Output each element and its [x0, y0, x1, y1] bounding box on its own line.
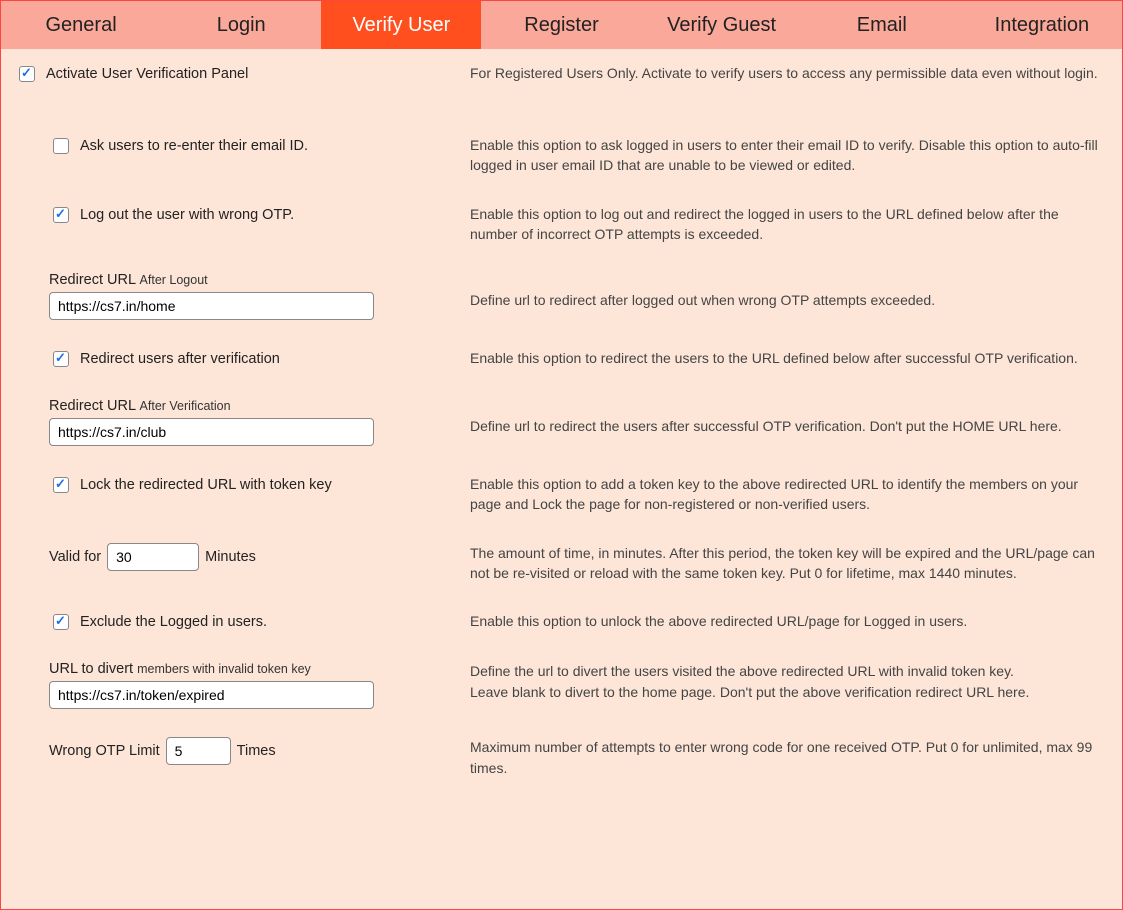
valid-for-desc: The amount of time, in minutes. After th…: [470, 543, 1108, 584]
redirect-logout-label: Redirect URL After Logout: [49, 272, 450, 288]
exclude-logged-checkbox[interactable]: [53, 614, 69, 630]
logout-wrong-otp-desc: Enable this option to log out and redire…: [470, 204, 1108, 245]
tab-verify-user[interactable]: Verify User: [321, 1, 481, 49]
tab-register[interactable]: Register: [481, 1, 641, 49]
valid-for-input[interactable]: [107, 543, 199, 571]
lock-token-label: Lock the redirected URL with token key: [80, 477, 332, 493]
wrong-limit-suffix: Times: [237, 743, 276, 759]
divert-url-input[interactable]: [49, 681, 374, 709]
wrong-limit-prefix: Wrong OTP Limit: [49, 743, 160, 759]
logout-wrong-otp-label: Log out the user with wrong OTP.: [80, 207, 294, 223]
tab-verify-guest[interactable]: Verify Guest: [642, 1, 802, 49]
tab-bar: General Login Verify User Register Verif…: [1, 1, 1122, 49]
exclude-logged-desc: Enable this option to unlock the above r…: [470, 611, 1108, 633]
logout-wrong-otp-checkbox[interactable]: [53, 207, 69, 223]
redirect-verify-desc: Define url to redirect the users after s…: [470, 398, 1108, 446]
lock-token-checkbox[interactable]: [53, 477, 69, 493]
tab-integration[interactable]: Integration: [962, 1, 1122, 49]
valid-for-suffix: Minutes: [205, 549, 256, 565]
valid-for-prefix: Valid for: [49, 549, 101, 565]
redirect-logout-input[interactable]: [49, 292, 374, 320]
redirect-verify-label: Redirect URL After Verification: [49, 398, 450, 414]
tab-email[interactable]: Email: [802, 1, 962, 49]
tab-login[interactable]: Login: [161, 1, 321, 49]
wrong-limit-input[interactable]: [166, 737, 231, 765]
redirect-verify-input[interactable]: [49, 418, 374, 446]
reenter-email-checkbox[interactable]: [53, 138, 69, 154]
activate-checkbox[interactable]: [19, 66, 35, 82]
redirect-after-verify-checkbox[interactable]: [53, 351, 69, 367]
reenter-email-label: Ask users to re-enter their email ID.: [80, 138, 308, 154]
exclude-logged-label: Exclude the Logged in users.: [80, 614, 267, 630]
lock-token-desc: Enable this option to add a token key to…: [470, 474, 1108, 515]
redirect-logout-desc: Define url to redirect after logged out …: [470, 272, 1108, 320]
redirect-after-verify-label: Redirect users after verification: [80, 351, 280, 367]
wrong-limit-desc: Maximum number of attempts to enter wron…: [470, 737, 1108, 778]
activate-desc: For Registered Users Only. Activate to v…: [470, 63, 1108, 85]
redirect-after-verify-desc: Enable this option to redirect the users…: [470, 348, 1108, 370]
activate-label: Activate User Verification Panel: [46, 66, 248, 82]
reenter-email-desc: Enable this option to ask logged in user…: [470, 135, 1108, 176]
divert-url-desc: Define the url to divert the users visit…: [470, 661, 1108, 709]
tab-general[interactable]: General: [1, 1, 161, 49]
divert-url-label: URL to divert members with invalid token…: [49, 661, 450, 677]
